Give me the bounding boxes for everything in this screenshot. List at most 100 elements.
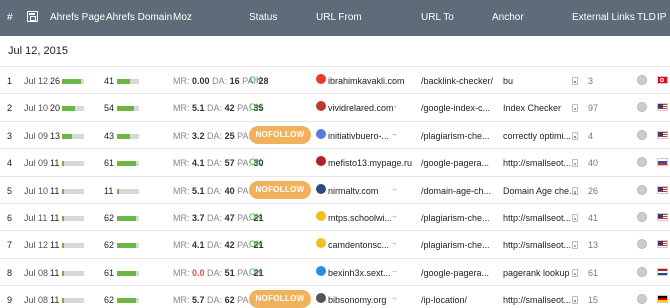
url-from-link[interactable]: bibsonomy.org bbox=[328, 295, 386, 305]
ahrefs-domain-bar bbox=[117, 298, 139, 304]
globe-icon bbox=[637, 129, 647, 140]
ahrefs-domain-bar bbox=[117, 216, 139, 221]
table-row[interactable]: 3Jul 091343MR: 3.2 DA: 25 PA: 27NOFOLLOW… bbox=[0, 120, 670, 148]
url-to-link[interactable]: /ip-location/ bbox=[421, 295, 467, 305]
ahrefs-page-bar bbox=[62, 243, 84, 249]
ahrefs-page-rank: 11 bbox=[50, 240, 60, 251]
col-header-ahrefs-domain[interactable]: Ahrefs Domain bbox=[106, 12, 172, 23]
row-number: 7 bbox=[7, 240, 13, 251]
ahrefs-domain-rank: 41 bbox=[104, 76, 115, 86]
ahrefs-page-rank: 20 bbox=[50, 103, 61, 114]
external-link-icon[interactable]: → bbox=[390, 238, 398, 247]
col-header-url-to[interactable]: URL To bbox=[421, 12, 454, 23]
url-from-link[interactable]: initiativbuero-... bbox=[328, 131, 389, 141]
external-links-count: 40 bbox=[588, 158, 599, 169]
url-from-link[interactable]: camdentonsc... bbox=[328, 240, 389, 250]
ahrefs-page-rank: 11 bbox=[50, 213, 60, 223]
ahrefs-domain-rank: 62 bbox=[104, 295, 115, 306]
url-to-link[interactable]: /google-pagera... bbox=[421, 268, 489, 278]
anchor-text: http://smallseot... bbox=[503, 240, 572, 251]
url-from-link[interactable]: ibrahimkavakli.com bbox=[328, 76, 405, 86]
ahrefs-page-bar bbox=[62, 106, 84, 112]
col-header-external-links[interactable]: External Links bbox=[572, 12, 635, 23]
external-link-icon[interactable]: → bbox=[390, 101, 398, 110]
col-header-moz[interactable]: Moz bbox=[173, 12, 192, 23]
url-from-link[interactable]: bexinh3x.sext... bbox=[328, 268, 391, 278]
row-date: Jul 11 bbox=[24, 213, 48, 223]
ahrefs-page-bar bbox=[62, 161, 84, 167]
url-to-link[interactable]: /plagiarism-che... bbox=[421, 240, 490, 250]
external-link-icon[interactable]: → bbox=[390, 293, 398, 302]
country-flag-icon bbox=[657, 158, 668, 167]
url-from-link[interactable]: mefisto13.mypage.ru bbox=[328, 158, 412, 168]
ahrefs-page-rank: 11 bbox=[50, 295, 60, 306]
ahrefs-domain-bar bbox=[117, 79, 139, 84]
url-from-link[interactable]: vividrelared.com bbox=[328, 103, 394, 113]
col-header-ip[interactable]: IP bbox=[657, 12, 666, 23]
status-ok: OK bbox=[249, 75, 263, 85]
country-flag-icon bbox=[657, 295, 668, 304]
url-to-link[interactable]: /domain-age-ch... bbox=[421, 186, 491, 196]
ahrefs-domain-rank: 43 bbox=[104, 130, 115, 141]
ahrefs-page-rank: 13 bbox=[50, 130, 61, 141]
table-row[interactable]: 4 Jul 09 11 61 MR: 4.1 DA: 57 PA: 30 OK mefist… bbox=[0, 148, 670, 175]
ahrefs-domain-rank: 62 bbox=[104, 240, 115, 251]
external-link-icon[interactable]: → bbox=[390, 129, 398, 138]
external-link-icon[interactable]: → bbox=[390, 184, 398, 193]
row-number: 9 bbox=[7, 295, 13, 306]
url-from-link[interactable]: nirmaltv.com bbox=[328, 186, 378, 196]
col-header-status[interactable]: Status bbox=[249, 12, 277, 23]
external-links-count: 13 bbox=[588, 240, 599, 251]
external-links-icon bbox=[572, 214, 578, 222]
ahrefs-domain-rank: 62 bbox=[104, 213, 115, 223]
col-header-anchor[interactable]: Anchor bbox=[492, 12, 524, 23]
site-favicon-icon bbox=[316, 183, 326, 194]
url-to-link[interactable]: /plagiarism-che... bbox=[421, 213, 490, 223]
anchor-text: bu bbox=[503, 76, 514, 86]
external-links-count: 26 bbox=[588, 185, 599, 196]
anchor-text: pagerank lookup bbox=[503, 267, 570, 278]
ahrefs-page-rank: 26 bbox=[50, 76, 61, 86]
ahrefs-domain-bar bbox=[117, 270, 139, 276]
table-row[interactable]: 9Jul 081162MR: 5.7 DA: 62 PA: 21NOFOLLOW… bbox=[0, 285, 670, 308]
table-row[interactable]: 7 Jul 12 11 62 MR: 4.1 DA: 42 PA: 21 OK camden… bbox=[0, 230, 670, 257]
table-row[interactable]: 1 Jul 12 26 41 MR: 0.00 DA: 16 PA: 28 OK ibrah… bbox=[0, 66, 670, 93]
external-link-icon[interactable]: → bbox=[390, 211, 398, 220]
external-links-icon bbox=[572, 241, 578, 250]
external-links-count: 97 bbox=[588, 103, 599, 114]
status-ok: OK bbox=[249, 102, 263, 113]
col-header-url-from[interactable]: URL From bbox=[316, 12, 362, 23]
url-to-link[interactable]: /backlink-checker/ bbox=[421, 76, 493, 86]
ahrefs-page-bar bbox=[62, 79, 84, 84]
site-favicon-icon bbox=[316, 211, 326, 221]
nofollow-badge: NOFOLLOW bbox=[249, 290, 311, 308]
external-links-icon bbox=[572, 104, 578, 113]
globe-icon bbox=[637, 157, 647, 168]
status-ok: OK bbox=[249, 157, 263, 168]
status-ok: OK bbox=[249, 266, 263, 277]
globe-icon bbox=[637, 294, 647, 305]
country-flag-icon bbox=[657, 130, 668, 139]
row-number: 3 bbox=[7, 130, 13, 141]
ahrefs-page-rank: 11 bbox=[50, 185, 60, 196]
external-links-icon bbox=[572, 296, 578, 305]
row-date: Jul 10 bbox=[24, 103, 49, 114]
table-row[interactable]: 6 Jul 11 11 62 MR: 3.7 DA: 47 PA: 21 OK mtps.s… bbox=[0, 203, 670, 230]
col-header-ahrefs-page[interactable]: Ahrefs Page bbox=[50, 12, 105, 23]
table-row[interactable]: 8 Jul 08 11 61 MR: 0.0 DA: 51 PA: 21 OK bexinh… bbox=[0, 257, 670, 285]
col-header-number[interactable]: # bbox=[7, 12, 13, 23]
url-from-link[interactable]: mtps.schoolwi... bbox=[328, 213, 392, 223]
url-to-link[interactable]: /google-pagera... bbox=[421, 158, 489, 168]
external-link-icon[interactable]: → bbox=[390, 266, 398, 275]
url-to-link[interactable]: /google-index-c... bbox=[421, 103, 490, 113]
ahrefs-domain-bar bbox=[117, 161, 139, 167]
col-header-tld[interactable]: TLD bbox=[637, 12, 656, 23]
site-favicon-icon bbox=[316, 128, 326, 139]
anchor-text: http://smallseot... bbox=[503, 158, 572, 169]
globe-icon bbox=[637, 212, 647, 222]
ahrefs-domain-rank: 54 bbox=[104, 103, 115, 114]
url-to-link[interactable]: /plagiarism-che... bbox=[421, 131, 490, 141]
table-row[interactable]: 5Jul 101111MR: 5.1 DA: 40 PA: 25NOFOLLOW… bbox=[0, 175, 670, 203]
table-row[interactable]: 2 Jul 10 20 54 MR: 5.1 DA: 42 PA: 35 OK vividr… bbox=[0, 93, 670, 120]
calendar-icon[interactable] bbox=[27, 11, 38, 22]
